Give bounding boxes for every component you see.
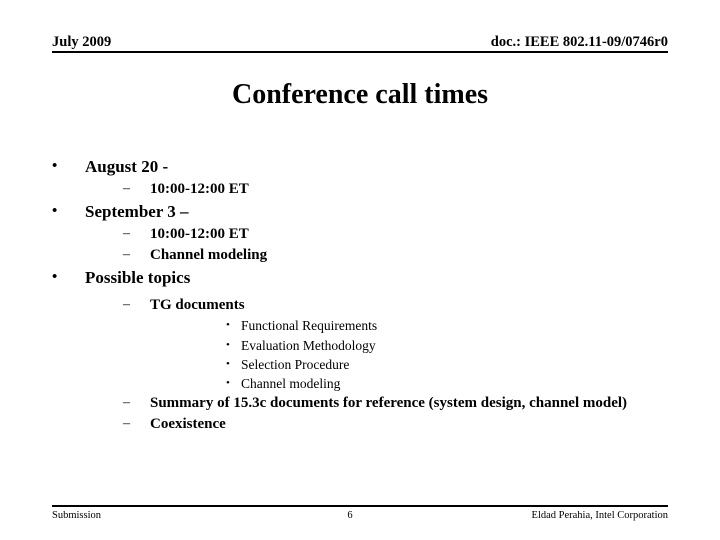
list-item: – Coexistence	[85, 414, 668, 435]
dash-marker-icon: –	[123, 247, 130, 263]
list-item-label: Summary of 15.3c documents for reference…	[150, 395, 628, 411]
list-item: – 10:00-12:00 ET	[85, 179, 668, 200]
list-item: • Possible topics – TG documents • Funct…	[52, 266, 668, 435]
dash-marker-icon: –	[123, 416, 130, 431]
bullet-marker-icon: •	[226, 376, 230, 389]
bullet-marker-icon: •	[226, 338, 230, 351]
slide-footer: Submission 6 Eldad Perahia, Intel Corpor…	[52, 505, 668, 523]
dash-marker-icon: –	[123, 395, 130, 410]
bullet-list-level1: • August 20 - – 10:00-12:00 ET • Septemb…	[52, 155, 668, 435]
list-item: • Functional Requirements	[150, 316, 668, 335]
header-document-id: doc.: IEEE 802.11-09/0746r0	[490, 33, 668, 50]
list-item-label: 10:00-12:00 ET	[150, 226, 249, 243]
list-item-label: August 20 -	[85, 157, 169, 176]
list-item-label: TG documents	[150, 297, 245, 314]
slide-body: • August 20 - – 10:00-12:00 ET • Septemb…	[52, 155, 668, 435]
page-number: 6	[347, 510, 353, 522]
dash-marker-icon: –	[123, 297, 130, 313]
list-item-label: Possible topics	[85, 268, 191, 288]
footer-author: Eldad Perahia, Intel Corporation	[531, 510, 668, 522]
slide-header: July 2009 doc.: IEEE 802.11-09/0746r0	[52, 28, 668, 53]
footer-submission-label: Submission	[52, 510, 102, 522]
list-item: • Evaluation Methodology	[150, 336, 668, 355]
header-date: July 2009	[52, 33, 112, 50]
list-item-label: Evaluation Methodology	[241, 337, 376, 353]
list-item: • Channel modeling	[150, 374, 668, 393]
list-item: – Summary of 15.3c documents for referen…	[85, 393, 668, 414]
list-item: • August 20 - – 10:00-12:00 ET	[52, 155, 668, 200]
list-item-label: September 3 –	[85, 202, 189, 222]
bullet-marker-icon: •	[226, 319, 230, 332]
dash-marker-icon: –	[123, 181, 130, 197]
list-item: – Channel modeling	[85, 245, 668, 266]
list-item-label: Functional Requirements	[241, 318, 378, 334]
dash-marker-icon: –	[123, 226, 130, 242]
list-item-label: Channel modeling	[150, 247, 268, 264]
page-title: Conference call times	[231, 79, 489, 110]
bullet-list-level2: – 10:00-12:00 ET	[85, 179, 668, 200]
list-item-label: Channel modeling	[241, 375, 341, 391]
bullet-list-level2: – TG documents • Functional Requirements…	[85, 290, 668, 435]
list-item-label: Coexistence	[150, 416, 226, 432]
bullet-marker-icon: •	[226, 357, 230, 370]
list-item: • Selection Procedure	[150, 355, 668, 374]
bullet-marker-icon: •	[52, 269, 58, 286]
bullet-list-level2: – 10:00-12:00 ET – Channel modeling	[85, 224, 668, 266]
list-item-label: Selection Procedure	[241, 356, 350, 372]
list-item: • September 3 – – 10:00-12:00 ET – Chann…	[52, 200, 668, 266]
bullet-list-level3: • Functional Requirements • Evaluation M…	[150, 316, 668, 393]
list-item: – TG documents • Functional Requirements…	[85, 295, 668, 393]
slide: July 2009 doc.: IEEE 802.11-09/0746r0 Co…	[0, 0, 720, 540]
bullet-marker-icon: •	[52, 158, 58, 174]
list-item-label: 10:00-12:00 ET	[150, 181, 249, 198]
list-item: – 10:00-12:00 ET	[85, 224, 668, 245]
bullet-marker-icon: •	[52, 203, 58, 220]
